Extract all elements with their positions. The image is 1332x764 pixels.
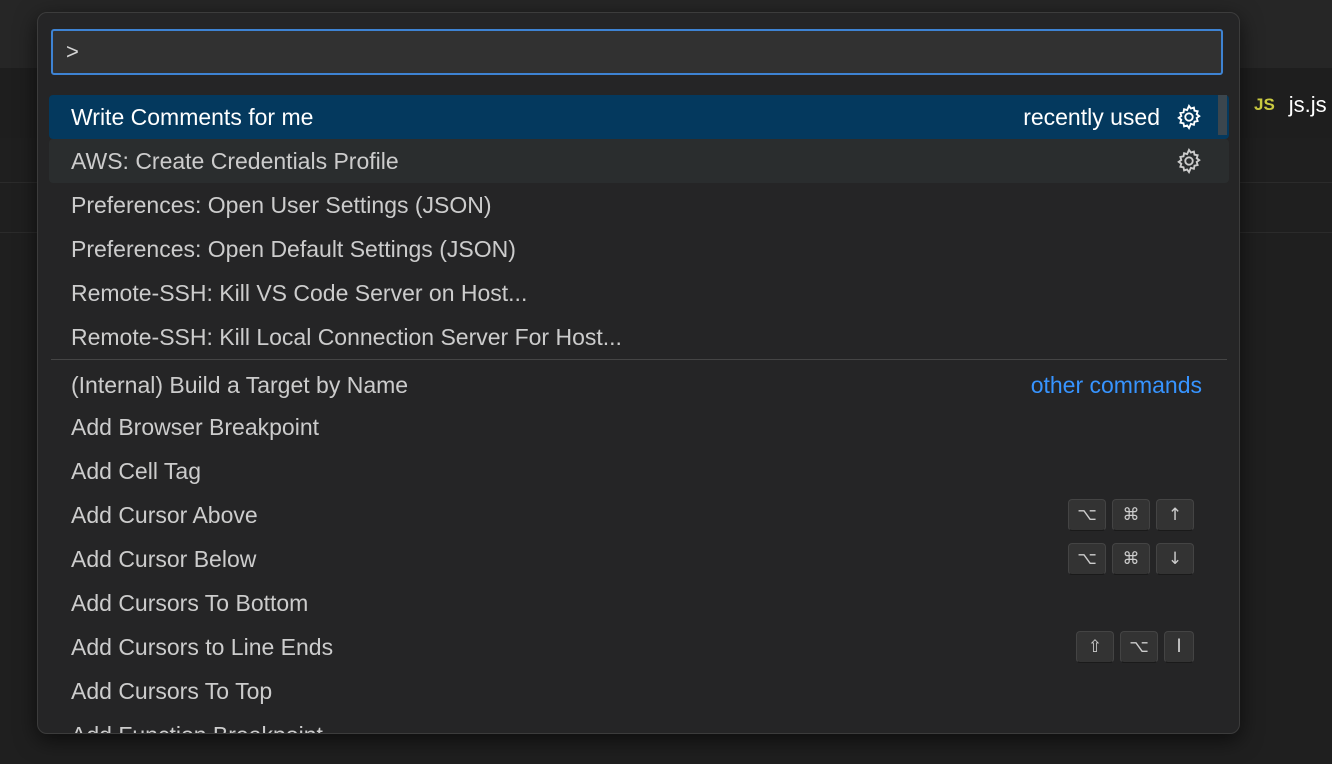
command-item[interactable]: Preferences: Open Default Settings (JSON…: [49, 227, 1229, 271]
command-item[interactable]: Add Cursor Below ⌥ ⌘ ↓: [49, 537, 1229, 581]
command-label: Add Browser Breakpoint: [71, 413, 320, 440]
command-palette: Write Comments for me recently used AWS: C…: [37, 12, 1240, 734]
scrollbar-thumb[interactable]: [1218, 95, 1227, 135]
key-cap: ↑: [1156, 499, 1194, 531]
key-cap: ⌘: [1112, 499, 1150, 531]
command-label: Add Cursor Below: [71, 545, 257, 572]
command-item[interactable]: (Internal) Build a Target by Name other c…: [49, 363, 1229, 407]
key-cap: ⌥: [1068, 499, 1106, 531]
other-commands-label: other commands: [1030, 371, 1202, 398]
command-label: Write Comments for me: [71, 103, 314, 130]
command-item[interactable]: Add Cursors To Bottom: [49, 581, 1229, 625]
key-cap: ⌥: [1120, 631, 1158, 663]
command-item[interactable]: Add Cursors To Top: [49, 669, 1229, 713]
key-cap: ⇧: [1076, 631, 1114, 663]
command-label: (Internal) Build a Target by Name: [71, 371, 409, 398]
command-label: Remote-SSH: Kill VS Code Server on Host.…: [71, 279, 528, 306]
command-item[interactable]: Add Cursors to Line Ends ⇧ ⌥ I: [49, 625, 1229, 669]
command-label: Add Cell Tag: [71, 457, 201, 484]
tab-label: js.js: [1288, 92, 1327, 117]
command-label: AWS: Create Credentials Profile: [71, 147, 399, 174]
command-item[interactable]: Add Browser Breakpoint: [49, 405, 1229, 449]
command-input-box[interactable]: [51, 29, 1223, 75]
command-label: Add Cursors To Bottom: [71, 589, 309, 616]
keybinding: ⌥ ⌘ ↓: [1068, 543, 1194, 575]
recently-used-label: recently used: [1023, 103, 1160, 130]
command-item[interactable]: AWS: Create Credentials Profile: [49, 139, 1229, 183]
editor-tab[interactable]: JS js.js: [1240, 78, 1327, 132]
gear-icon[interactable]: [1174, 102, 1204, 132]
command-label: Preferences: Open Default Settings (JSON…: [71, 235, 516, 262]
keybinding: ⇧ ⌥ I: [1076, 631, 1194, 663]
command-item[interactable]: Preferences: Open User Settings (JSON): [49, 183, 1229, 227]
key-cap: I: [1164, 631, 1194, 663]
command-label: Add Function Breakpoint: [71, 722, 1229, 734]
command-item[interactable]: Remote-SSH: Kill VS Code Server on Host.…: [49, 271, 1229, 315]
command-input[interactable]: [53, 30, 1221, 74]
command-label: Remote-SSH: Kill Local Connection Server…: [71, 323, 622, 350]
key-cap: ↓: [1156, 543, 1194, 575]
command-item[interactable]: Write Comments for me recently used: [49, 95, 1229, 139]
command-item[interactable]: Add Cell Tag: [49, 449, 1229, 493]
command-item[interactable]: Add Cursor Above ⌥ ⌘ ↑: [49, 493, 1229, 537]
command-label: Add Cursors To Top: [71, 677, 273, 704]
command-label: Add Cursors to Line Ends: [71, 633, 334, 660]
key-cap: ⌥: [1068, 543, 1106, 575]
keybinding: ⌥ ⌘ ↑: [1068, 499, 1194, 531]
key-cap: ⌘: [1112, 543, 1150, 575]
section-separator: [51, 359, 1227, 360]
command-item[interactable]: Add Function Breakpoint: [49, 713, 1229, 734]
command-label: Preferences: Open User Settings (JSON): [71, 191, 492, 218]
command-label: Add Cursor Above: [71, 501, 258, 528]
gear-icon[interactable]: [1174, 146, 1204, 176]
command-item[interactable]: Remote-SSH: Kill Local Connection Server…: [49, 315, 1229, 359]
javascript-file-icon: JS: [1254, 95, 1275, 114]
